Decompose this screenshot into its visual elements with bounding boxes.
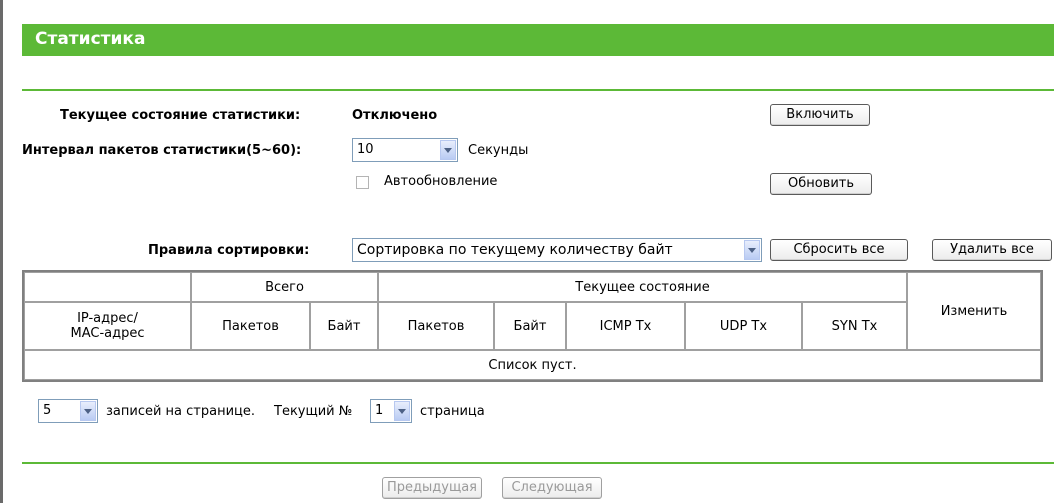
chevron-down-icon [80, 401, 96, 421]
previous-button[interactable]: Предыдущая [382, 477, 482, 499]
header-total-bytes: Байт [310, 302, 378, 350]
delete-all-button[interactable]: Удалить все [932, 239, 1052, 261]
left-border [0, 0, 3, 503]
sort-select[interactable]: Сортировка по текущему количеству байт [352, 238, 762, 262]
auto-refresh-checkbox[interactable] [356, 176, 369, 189]
status-value: Отключено [352, 108, 438, 123]
current-page-label: Текущий № [274, 404, 353, 419]
next-button[interactable]: Следующая [502, 477, 602, 499]
stats-table: Всего Текущее состояние Изменить IP-адре… [22, 270, 1043, 382]
sort-label: Правила сортировки: [148, 243, 310, 258]
page-frame: Статистика Текущее состояние статистики:… [0, 0, 1054, 503]
header-total: Всего [191, 272, 378, 302]
interval-unit: Секунды [468, 143, 529, 158]
per-page-label: записей на странице. [106, 404, 256, 419]
header-current-bytes: Байт [494, 302, 566, 350]
header-total-packets: Пакетов [191, 302, 310, 350]
interval-select[interactable]: 10 [352, 138, 458, 162]
refresh-button[interactable]: Обновить [770, 173, 872, 195]
header-current: Текущее состояние [378, 272, 907, 302]
enable-button[interactable]: Включить [770, 104, 870, 126]
page-select-value: 1 [375, 403, 384, 418]
auto-refresh-label: Автообновление [384, 174, 498, 189]
chevron-down-icon [744, 240, 760, 260]
chevron-down-icon [394, 401, 410, 421]
empty-list-message: Список пуст. [24, 350, 1041, 380]
reset-all-button[interactable]: Сбросить все [770, 239, 908, 261]
status-label: Текущее состояние статистики: [60, 108, 301, 123]
sort-select-value: Сортировка по текущему количеству байт [357, 242, 673, 258]
header-ip-mac: IP-адрес/ MAC-адрес [24, 302, 191, 350]
bottom-divider [22, 462, 1054, 464]
header-edit: Изменить [907, 272, 1041, 350]
chevron-down-icon [440, 140, 456, 160]
header-syn-tx: SYN Tx [802, 302, 907, 350]
header-icmp-tx: ICMP Tx [566, 302, 685, 350]
title-bar: Статистика [22, 24, 1054, 56]
interval-label: Интервал пакетов статистики(5~60): [22, 143, 302, 158]
top-divider [22, 89, 1054, 91]
per-page-select[interactable]: 5 [38, 399, 98, 423]
table-header-empty [24, 272, 191, 302]
page-title: Статистика [35, 29, 146, 49]
header-current-packets: Пакетов [378, 302, 494, 350]
interval-select-value: 10 [357, 142, 374, 157]
header-udp-tx: UDP Tx [685, 302, 802, 350]
page-label: страница [420, 404, 485, 419]
page-select[interactable]: 1 [370, 399, 412, 423]
per-page-value: 5 [43, 403, 52, 418]
